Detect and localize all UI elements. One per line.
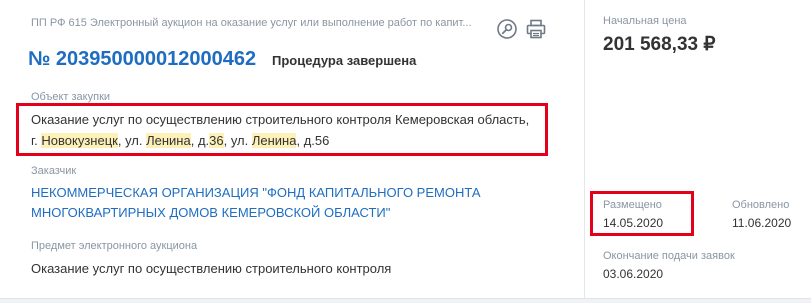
posted-label: Размещено bbox=[603, 199, 662, 211]
updated-value: 11.06.2020 bbox=[732, 216, 792, 230]
updated-label: Обновлено bbox=[732, 199, 790, 211]
price-label: Начальная цена bbox=[603, 15, 687, 27]
price-value: 201 568,33 ₽ bbox=[603, 34, 716, 55]
search-highlight: 36 bbox=[209, 133, 224, 148]
tender-summary: Начальная цена 201 568,33 ₽ Размещено 14… bbox=[585, 0, 811, 298]
search-highlight: Ленина bbox=[146, 133, 191, 148]
search-highlight: Новокузнецк bbox=[41, 133, 118, 148]
procedure-type: ПП РФ 615 Электронный аукцион на оказани… bbox=[31, 17, 472, 29]
subject-label: Предмет электронного аукциона bbox=[31, 240, 198, 252]
purchase-object-label: Объект закупки bbox=[31, 91, 111, 103]
customer-label: Заказчик bbox=[31, 165, 77, 177]
purchase-object-value: Оказание услуг по осуществлению строител… bbox=[31, 109, 561, 151]
deadline-label: Окончание подачи заявок bbox=[603, 250, 735, 262]
customer-link[interactable]: НЕКОММЕРЧЕСКАЯ ОРГАНИЗАЦИЯ "ФОНД КАПИТАЛ… bbox=[31, 183, 551, 223]
search-icon[interactable] bbox=[496, 18, 518, 40]
deadline-value: 03.06.2020 bbox=[603, 267, 664, 281]
tender-card: ПП РФ 615 Электронный аукцион на оказани… bbox=[0, 0, 811, 299]
purchase-object-line-2: г. Новокузнецк, ул. Ленина, д.36, ул. Ле… bbox=[31, 133, 330, 148]
tender-details: ПП РФ 615 Электронный аукцион на оказани… bbox=[0, 0, 584, 298]
posted-value: 14.05.2020 bbox=[603, 216, 664, 230]
customer-line-2: МНОГОКВАРТИРНЫХ ДОМОВ КЕМЕРОВСКОЙ ОБЛАСТ… bbox=[31, 205, 391, 220]
purchase-object-line-1: Оказание услуг по осуществлению строител… bbox=[31, 112, 530, 127]
procedure-number-link[interactable]: № 203950000012000462 bbox=[28, 48, 256, 71]
subject-value: Оказание услуг по осуществлению строител… bbox=[31, 261, 392, 276]
procedure-status: Процедура завершена bbox=[272, 53, 417, 68]
search-highlight: Ленина bbox=[251, 133, 297, 148]
print-icon[interactable] bbox=[525, 18, 547, 40]
customer-line-1: НЕКОММЕРЧЕСКАЯ ОРГАНИЗАЦИЯ "ФОНД КАПИТАЛ… bbox=[31, 185, 481, 200]
